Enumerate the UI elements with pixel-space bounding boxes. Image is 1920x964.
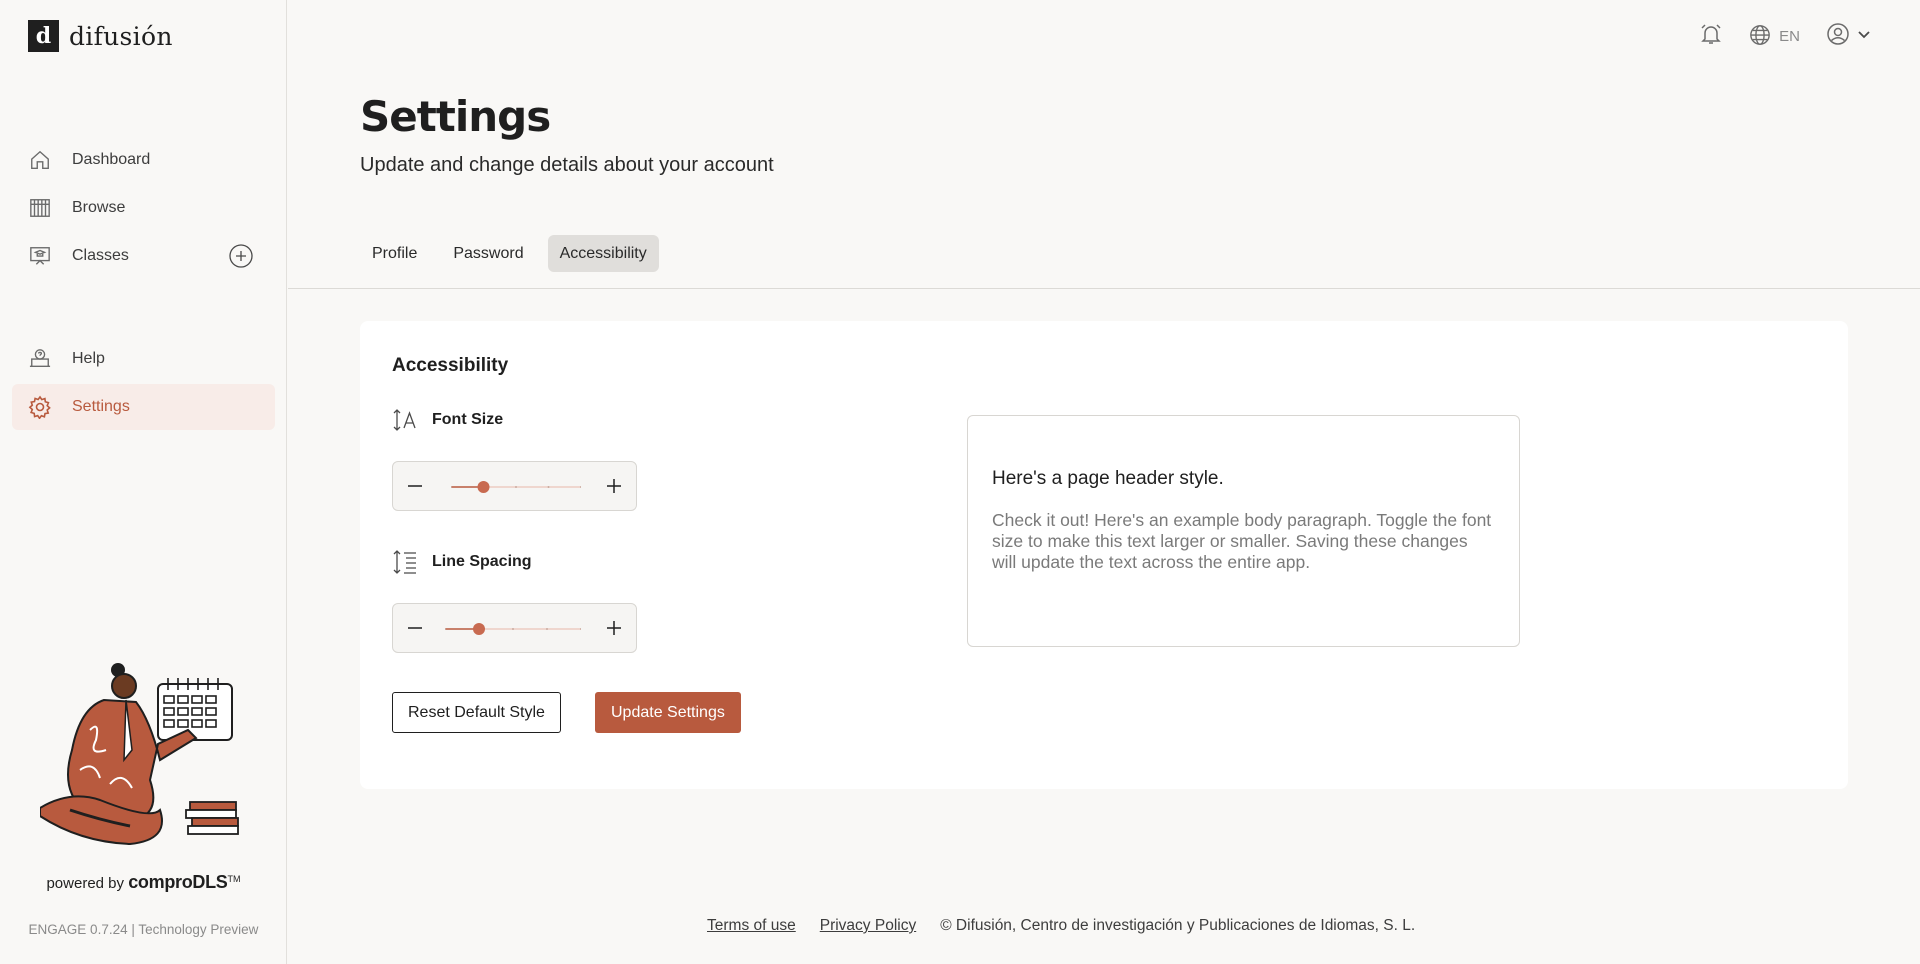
tab-accessibility[interactable]: Accessibility: [547, 235, 659, 272]
line-spacing-increase-button[interactable]: [602, 616, 626, 640]
add-class-icon[interactable]: [229, 244, 253, 268]
powered-by: powered by comproDLSTM: [0, 872, 287, 893]
line-spacing-label: Line Spacing: [432, 553, 532, 570]
line-spacing-stepper: [392, 603, 637, 653]
privacy-link[interactable]: Privacy Policy: [820, 917, 916, 935]
line-spacing-setting: Line Spacing: [392, 549, 532, 575]
primary-nav: Dashboard Browse Classes: [12, 137, 275, 279]
logo-text: difusión: [69, 21, 173, 51]
preview-body: Check it out! Here's an example body par…: [992, 510, 1492, 572]
reset-default-style-button[interactable]: Reset Default Style: [392, 692, 561, 733]
line-spacing-decrease-button[interactable]: [403, 616, 427, 640]
font-size-setting: Font Size: [392, 407, 503, 433]
teacher-illustration: [39, 660, 250, 850]
gear-icon: [28, 395, 52, 419]
font-size-label: Font Size: [432, 411, 504, 428]
line-spacing-slider-knob: [473, 623, 485, 635]
accessibility-card: Accessibility Font Size Line Spacing Res…: [360, 321, 1848, 789]
font-size-stepper: [392, 461, 637, 511]
globe-icon: [1749, 24, 1771, 50]
bell-icon[interactable]: [1699, 22, 1723, 51]
slider-tick: [546, 628, 548, 630]
home-icon: [28, 148, 52, 172]
settings-tabs: Profile Password Accessibility: [360, 235, 659, 272]
page-title: Settings: [360, 92, 551, 141]
books-icon: [28, 196, 52, 220]
powered-by-brand: comproDLS: [128, 872, 228, 892]
chevron-down-icon: [1856, 26, 1872, 47]
language-code: EN: [1779, 28, 1800, 45]
version-text: ENGAGE 0.7.24 | Technology Preview: [28, 922, 259, 937]
line-spacing-icon: [392, 549, 418, 575]
font-size-increase-button[interactable]: [602, 474, 626, 498]
user-avatar-icon: [1826, 22, 1850, 51]
powered-by-text: powered by: [46, 875, 125, 892]
sidebar-item-label: Browse: [72, 199, 126, 216]
language-selector[interactable]: EN: [1749, 24, 1800, 50]
update-settings-button[interactable]: Update Settings: [595, 692, 741, 733]
sidebar-item-classes[interactable]: Classes: [12, 233, 275, 279]
footer: Terms of use Privacy Policy © Difusión, …: [707, 917, 1415, 935]
classroom-icon: [28, 244, 52, 268]
preview-title: Here's a page header style.: [992, 468, 1224, 489]
slider-tick: [580, 486, 581, 488]
sidebar-item-label: Dashboard: [72, 151, 151, 168]
topbar: EN: [1699, 22, 1872, 51]
slider-tick: [515, 486, 517, 488]
sidebar-item-help[interactable]: Help: [12, 336, 275, 382]
terms-link[interactable]: Terms of use: [707, 917, 796, 935]
font-size-slider[interactable]: [451, 462, 581, 512]
font-size-slider-knob: [477, 481, 490, 493]
preview-box: Here's a page header style. Check it out…: [967, 415, 1520, 647]
sidebar-item-label: Settings: [72, 398, 130, 415]
sidebar: d difusión Dashboard Browse Classes Help…: [0, 0, 287, 964]
line-spacing-slider[interactable]: [445, 604, 581, 654]
tab-password[interactable]: Password: [441, 235, 535, 272]
card-title: Accessibility: [392, 355, 509, 376]
trademark-mark: TM: [227, 874, 241, 884]
sidebar-item-browse[interactable]: Browse: [12, 185, 275, 231]
font-size-decrease-button[interactable]: [403, 474, 427, 498]
sidebar-item-label: Help: [72, 350, 105, 367]
header-divider: [288, 288, 1920, 289]
brand-logo[interactable]: d difusión: [28, 20, 173, 52]
slider-tick: [512, 628, 514, 630]
sidebar-item-label: Classes: [72, 247, 129, 264]
secondary-nav: Help Settings: [12, 336, 275, 430]
page-subtitle: Update and change details about your acc…: [360, 154, 774, 176]
user-menu[interactable]: [1826, 22, 1872, 51]
sidebar-item-settings[interactable]: Settings: [12, 384, 275, 430]
logo-mark: d: [28, 20, 59, 52]
slider-tick: [547, 486, 550, 488]
help-icon: [28, 347, 52, 371]
sidebar-item-dashboard[interactable]: Dashboard: [12, 137, 275, 183]
font-size-icon: [392, 407, 418, 433]
copyright-text: © Difusión, Centro de investigación y Pu…: [940, 917, 1416, 934]
tab-profile[interactable]: Profile: [360, 235, 429, 272]
slider-tick: [580, 628, 581, 630]
